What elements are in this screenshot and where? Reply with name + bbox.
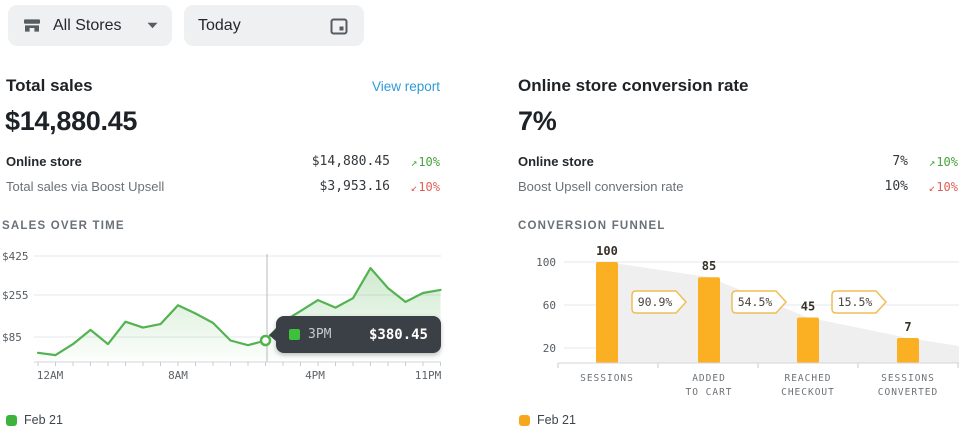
funnel-y-axis-labels: 100 60 20 [536, 256, 556, 355]
trend-up-icon: ↗ [411, 156, 418, 169]
svg-text:SESSIONS: SESSIONS [580, 373, 634, 384]
storefront-icon [22, 16, 42, 36]
svg-text:100: 100 [596, 245, 618, 258]
svg-text:90.9%: 90.9% [638, 295, 673, 309]
funnel-bar-reached-checkout[interactable] [797, 318, 819, 364]
svg-text:20: 20 [543, 342, 556, 355]
svg-text:54.5%: 54.5% [738, 295, 773, 309]
trend-badge: ↙10% [390, 180, 440, 194]
metric-label: Online store [6, 154, 312, 169]
store-selector-label: All Stores [53, 17, 121, 35]
calendar-icon [328, 15, 350, 37]
svg-text:TO CART: TO CART [685, 387, 732, 398]
conversion-metrics: Online store 7% ↗10% Boost Upsell conver… [518, 149, 958, 199]
store-selector-button[interactable]: All Stores [8, 5, 172, 46]
metric-row-online-store: Online store $14,880.45 ↗10% [6, 149, 440, 174]
svg-text:$255: $255 [2, 289, 29, 302]
trend-down-icon: ↙ [929, 181, 936, 194]
funnel-x-ticks [558, 363, 958, 368]
legend-color-swatch [6, 415, 17, 426]
metric-label: Total sales via Boost Upsell [6, 179, 320, 194]
metric-value: 7% [892, 154, 908, 169]
conversion-panel-title: Online store conversion rate [518, 76, 749, 96]
svg-text:45: 45 [801, 300, 815, 314]
trend-percent: 10% [418, 155, 440, 169]
sales-legend: Feb 21 [6, 413, 63, 427]
svg-text:4PM: 4PM [305, 369, 325, 382]
metric-value: $14,880.45 [312, 154, 390, 169]
metric-row-online-store-rate: Online store 7% ↗10% [518, 149, 958, 174]
svg-text:CONVERTED: CONVERTED [878, 387, 938, 398]
metric-value: 10% [885, 179, 908, 194]
svg-text:12AM: 12AM [37, 369, 64, 382]
trend-percent: 10% [936, 155, 958, 169]
sales-metrics: Online store $14,880.45 ↗10% Total sales… [6, 149, 440, 199]
tooltip-value: $380.45 [369, 327, 428, 343]
svg-text:85: 85 [702, 259, 716, 273]
trend-badge: ↗10% [908, 155, 958, 169]
svg-text:SESSIONS: SESSIONS [881, 373, 935, 384]
svg-text:7: 7 [904, 320, 911, 334]
sales-x-ticks [38, 362, 441, 366]
svg-text:$85: $85 [2, 331, 22, 344]
svg-text:ADDED: ADDED [692, 373, 726, 384]
metric-label: Boost Upsell conversion rate [518, 179, 885, 194]
sales-panel-header: Total sales View report [6, 76, 440, 96]
funnel-bar-added-to-cart[interactable] [698, 277, 720, 363]
date-selector-button[interactable]: Today [184, 5, 364, 46]
sales-x-axis-labels: 12AM 8AM 4PM 11PM [37, 369, 442, 382]
total-sales-value: $14,880.45 [5, 106, 137, 137]
metric-row-boost-upsell: Total sales via Boost Upsell $3,953.16 ↙… [6, 174, 440, 199]
svg-text:11PM: 11PM [415, 369, 442, 382]
tooltip-time: 3PM [308, 327, 331, 342]
view-report-link[interactable]: View report [372, 79, 440, 94]
conversion-badge: 15.5% [832, 291, 886, 313]
funnel-bar-sessions-converted[interactable] [897, 338, 919, 363]
trend-up-icon: ↗ [929, 156, 936, 169]
funnel-legend: Feb 21 [519, 413, 576, 427]
svg-text:8AM: 8AM [168, 369, 188, 382]
svg-text:100: 100 [536, 256, 556, 269]
svg-text:15.5%: 15.5% [838, 295, 873, 309]
conversion-badge: 54.5% [732, 291, 786, 313]
legend-label: Feb 21 [24, 413, 63, 427]
trend-percent: 10% [936, 180, 958, 194]
funnel-x-axis-labels: SESSIONS ADDED TO CART REACHED CHECKOUT … [580, 373, 938, 398]
conversion-rate-value: 7% [518, 106, 556, 137]
trend-badge: ↗10% [390, 155, 440, 169]
sales-y-axis-labels: $425 $255 $85 [2, 250, 29, 344]
trend-badge: ↙10% [908, 180, 958, 194]
conversion-badge: 90.9% [632, 291, 686, 313]
sales-panel-title: Total sales [6, 76, 93, 96]
metric-label: Online store [518, 154, 892, 169]
trend-down-icon: ↙ [411, 181, 418, 194]
metric-row-boost-upsell-rate: Boost Upsell conversion rate 10% ↙10% [518, 174, 958, 199]
conversion-funnel-chart[interactable]: 100 60 20 100 85 45 7 90.9% 54.5% 15.5% [518, 245, 960, 405]
conversion-funnel-title: CONVERSION FUNNEL [518, 220, 666, 232]
series-color-dot [289, 329, 300, 340]
date-selector-label: Today [198, 17, 241, 35]
svg-text:$425: $425 [2, 250, 29, 263]
legend-label: Feb 21 [537, 413, 576, 427]
funnel-bar-sessions[interactable] [596, 262, 618, 363]
legend-color-swatch [519, 415, 530, 426]
svg-text:REACHED: REACHED [784, 373, 831, 384]
sales-over-time-title: SALES OVER TIME [2, 220, 125, 232]
svg-text:CHECKOUT: CHECKOUT [781, 387, 835, 398]
metric-value: $3,953.16 [320, 179, 390, 194]
trend-percent: 10% [418, 180, 440, 194]
conversion-badges: 90.9% 54.5% 15.5% [632, 291, 886, 313]
svg-text:60: 60 [543, 299, 556, 312]
conversion-panel-header: Online store conversion rate [518, 76, 958, 96]
chevron-down-icon [147, 22, 158, 29]
chart-tooltip: 3PM $380.45 [276, 316, 441, 353]
